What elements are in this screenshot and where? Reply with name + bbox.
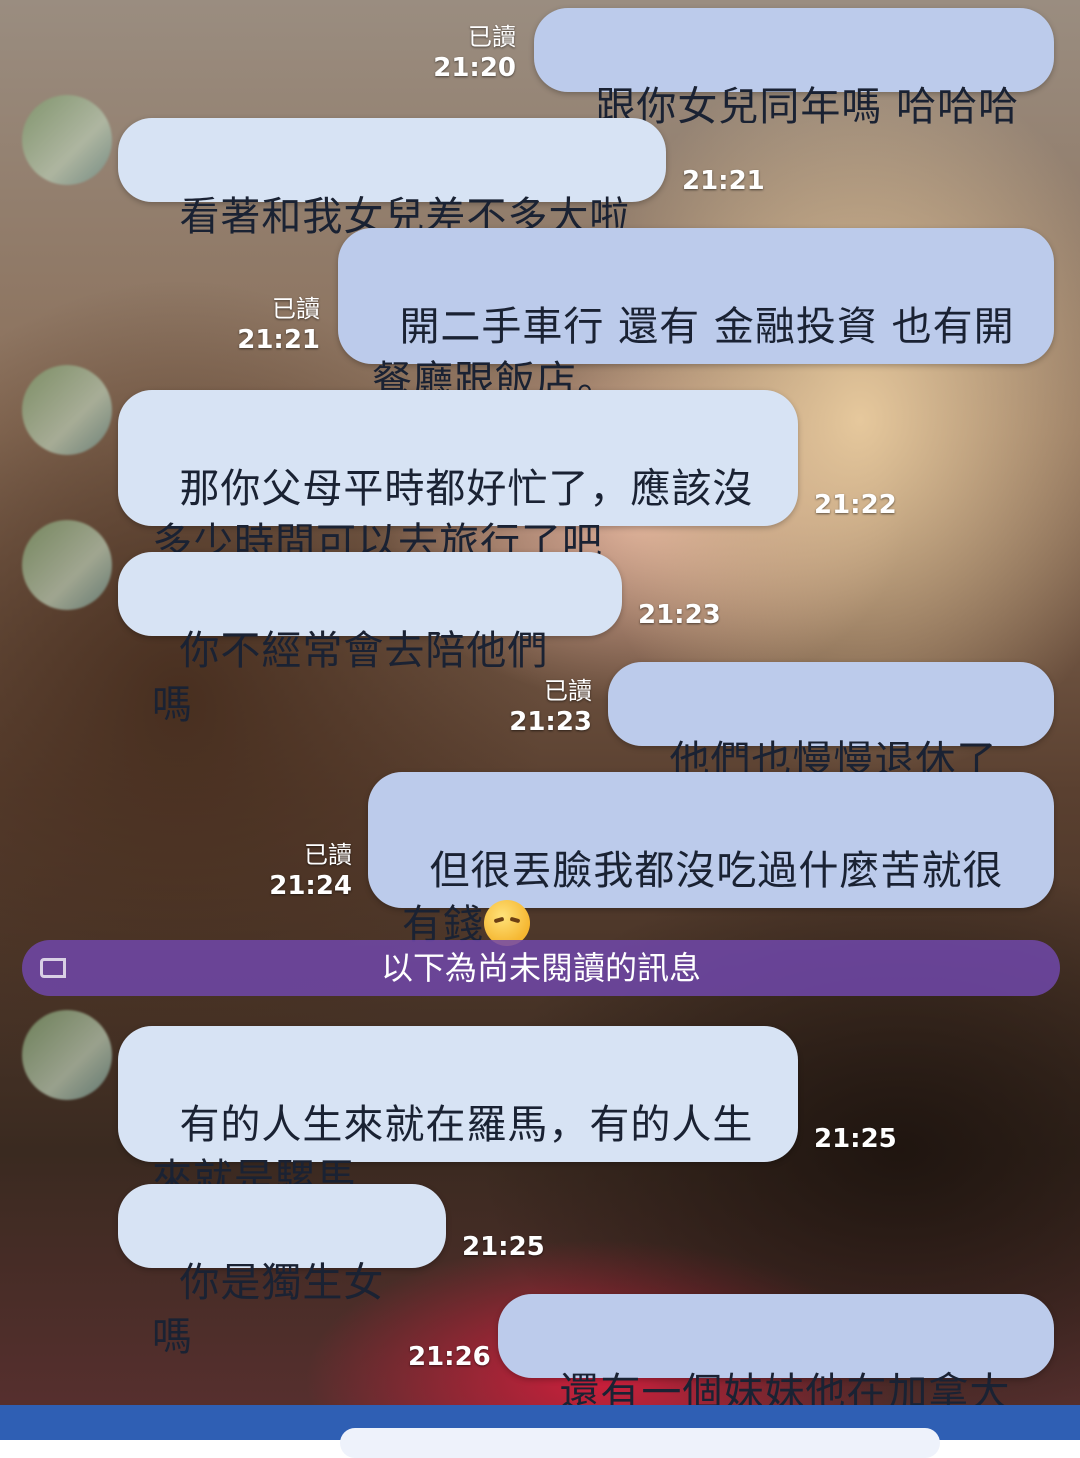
message-meta: 已讀 21:24 xyxy=(252,840,352,902)
message-time: 21:21 xyxy=(237,325,320,355)
tag-icon xyxy=(40,958,66,978)
outgoing-message[interactable]: 他們也慢慢退休了 xyxy=(608,662,1054,784)
incoming-message[interactable]: 看著和我女兒差不多大啦 xyxy=(118,118,666,240)
message-time: 21:23 xyxy=(638,600,721,630)
incoming-message[interactable]: 你是獨生女嗎 xyxy=(118,1184,446,1360)
message-time: 21:25 xyxy=(814,1124,897,1154)
contact-avatar[interactable] xyxy=(22,1010,112,1100)
message-meta: 已讀 21:23 xyxy=(494,676,592,738)
incoming-message[interactable]: 那你父母平時都好忙了，應該沒多少時間可以去旅行了吧 xyxy=(118,390,798,566)
message-input[interactable] xyxy=(340,1428,940,1458)
outgoing-message[interactable]: 但很丟臉我都沒吃過什麼苦就很有錢 xyxy=(368,772,1054,948)
message-meta: 已讀 21:21 xyxy=(220,294,320,356)
message-time: 21:24 xyxy=(269,871,352,901)
message-time: 21:26 xyxy=(408,1342,491,1372)
contact-avatar[interactable] xyxy=(22,520,112,610)
outgoing-message[interactable]: 跟你女兒同年嗎 哈哈哈 xyxy=(534,8,1054,130)
incoming-message[interactable]: 你不經常會去陪他們嗎 xyxy=(118,552,622,728)
message-time: 21:20 xyxy=(433,53,516,83)
message-time: 21:23 xyxy=(509,707,592,737)
message-meta: 已讀 21:20 xyxy=(420,22,516,84)
outgoing-message[interactable]: 開二手車行 還有 金融投資 也有開餐廳跟飯店。 xyxy=(338,228,1054,404)
unread-messages-banner: 以下為尚未閱讀的訊息 xyxy=(22,940,1060,996)
contact-avatar[interactable] xyxy=(22,95,112,185)
contact-avatar[interactable] xyxy=(22,365,112,455)
message-time: 21:22 xyxy=(814,490,897,520)
read-receipt: 已讀 xyxy=(468,23,516,51)
read-receipt: 已讀 xyxy=(544,677,592,705)
read-receipt: 已讀 xyxy=(272,295,320,323)
message-time: 21:21 xyxy=(682,166,765,196)
message-text: 跟你女兒同年嗎 哈哈哈 xyxy=(595,84,1020,130)
read-receipt: 已讀 xyxy=(304,841,352,869)
outgoing-message[interactable]: 還有一個妹妹他在加拿大 xyxy=(498,1294,1054,1416)
incoming-message[interactable]: 有的人生來就在羅馬，有的人生來就是騾馬 xyxy=(118,1026,798,1202)
message-time: 21:25 xyxy=(462,1232,545,1262)
